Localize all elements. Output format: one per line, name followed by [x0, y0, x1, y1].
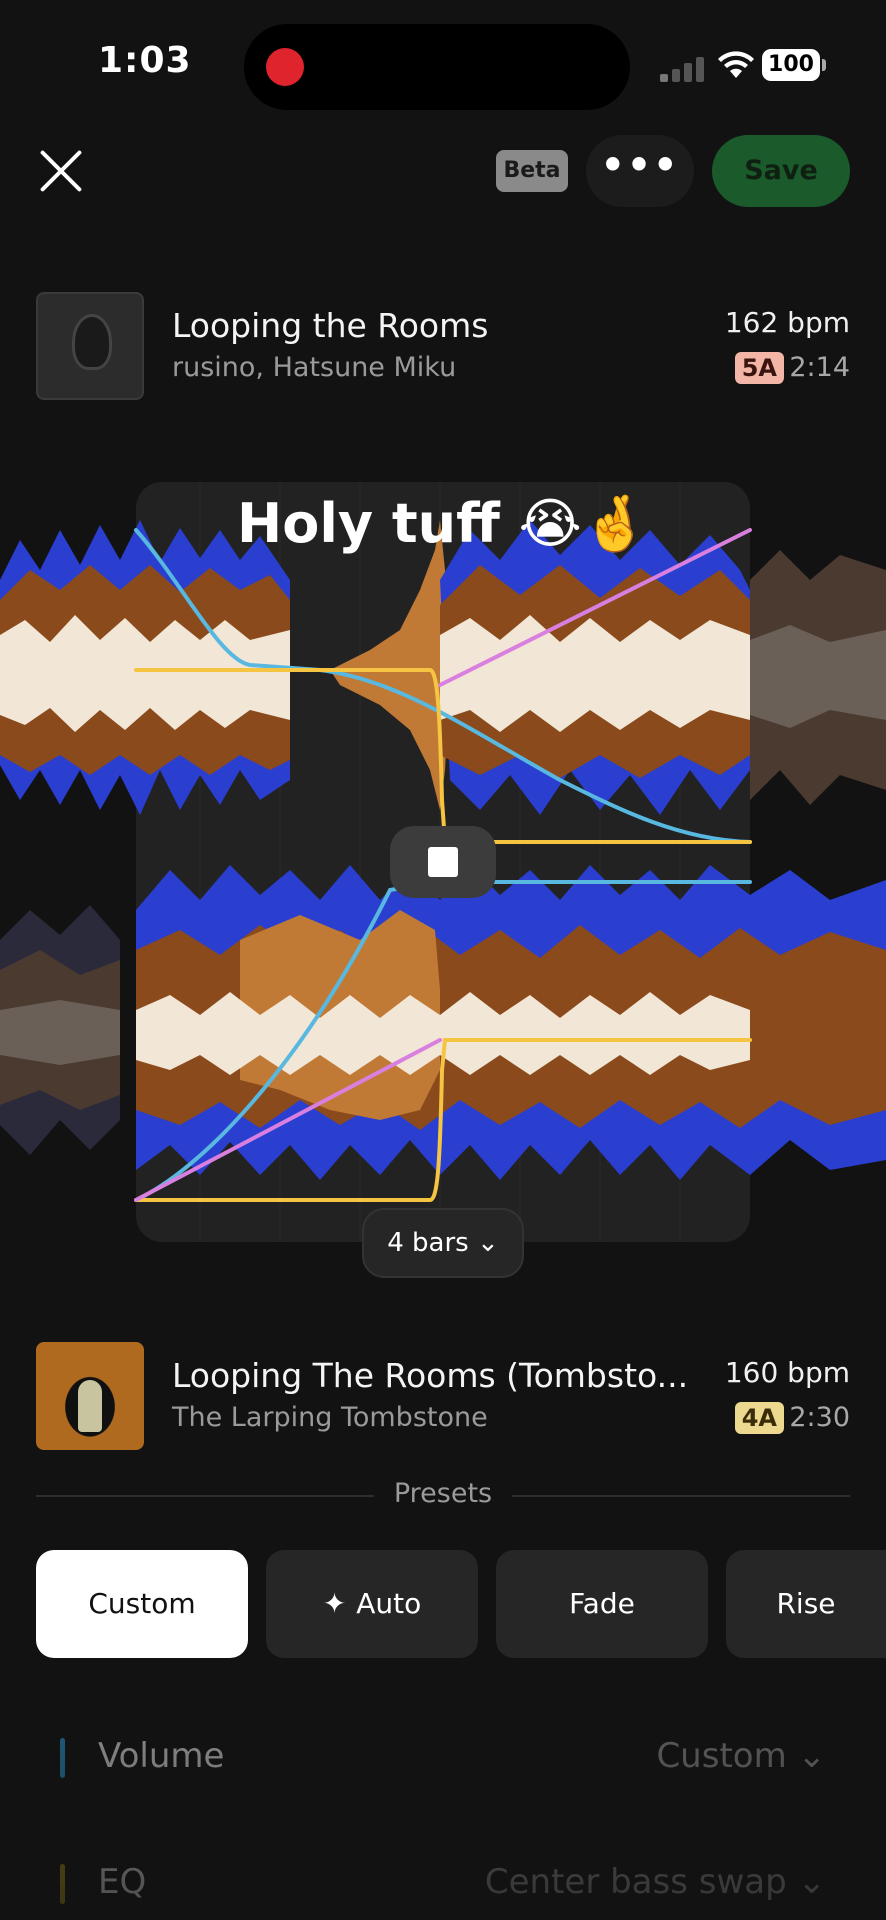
- track-a-artwork: [36, 292, 144, 400]
- sparkle-icon: ✦: [322, 1587, 347, 1620]
- volume-setting-row[interactable]: Volume Custom ⌄: [60, 1728, 826, 1788]
- track-a-key-badge: 5A: [734, 352, 784, 384]
- track-a-bpm: 162 bpm: [724, 306, 850, 339]
- close-button[interactable]: [36, 146, 86, 196]
- track-a-artist: rusino, Hatsune Miku: [172, 352, 457, 383]
- transition-caption: Holy tuff 😭🤞: [237, 492, 649, 555]
- preset-auto-button[interactable]: ✦ Auto: [266, 1550, 478, 1658]
- status-bar: 1:03 100: [0, 0, 886, 130]
- volume-color-indicator: [60, 1738, 65, 1778]
- track-b-waveform: [0, 865, 886, 1180]
- bar-length-dropdown[interactable]: 4 bars ⌄: [362, 1208, 524, 1278]
- track-a-title: Looping the Rooms: [172, 306, 489, 345]
- track-b-bpm: 160 bpm: [724, 1356, 850, 1389]
- eq-label: EQ: [98, 1862, 147, 1902]
- stop-button[interactable]: [390, 826, 496, 898]
- preset-auto-label: Auto: [356, 1587, 422, 1620]
- presets-divider: Presets: [36, 1476, 850, 1516]
- preset-custom-button[interactable]: Custom: [36, 1550, 248, 1658]
- track-a-duration: 2:14: [789, 352, 850, 383]
- track-b-key-badge: 4A: [734, 1402, 784, 1434]
- volume-label: Volume: [98, 1736, 225, 1776]
- track-a-row[interactable]: Looping the Rooms rusino, Hatsune Miku 1…: [36, 292, 850, 402]
- status-time: 1:03: [98, 40, 192, 81]
- track-b-row[interactable]: Looping The Rooms (Tombsto... The Larpin…: [36, 1342, 850, 1452]
- track-b-artwork: [36, 1342, 144, 1450]
- preset-fade-button[interactable]: Fade: [496, 1550, 708, 1658]
- eq-color-indicator: [60, 1864, 65, 1904]
- track-b-title: Looping The Rooms (Tombsto...: [172, 1356, 689, 1395]
- eq-value-dropdown[interactable]: Center bass swap ⌄: [485, 1862, 826, 1902]
- eq-setting-row[interactable]: EQ Center bass swap ⌄: [60, 1854, 826, 1914]
- dynamic-island: [244, 24, 630, 110]
- presets-label: Presets: [393, 1478, 493, 1509]
- preset-rise-button[interactable]: Rise: [726, 1550, 886, 1658]
- beta-badge: Beta: [496, 150, 568, 192]
- battery-icon: 100: [762, 49, 826, 81]
- cellular-signal-icon: [660, 56, 706, 82]
- more-options-button[interactable]: •••: [586, 135, 694, 207]
- track-b-duration: 2:30: [789, 1402, 850, 1433]
- recording-indicator-icon: [266, 48, 304, 86]
- track-b-artist: The Larping Tombstone: [172, 1402, 488, 1433]
- volume-value-dropdown[interactable]: Custom ⌄: [656, 1736, 826, 1776]
- save-button[interactable]: Save: [712, 135, 850, 207]
- wifi-icon: [718, 51, 754, 78]
